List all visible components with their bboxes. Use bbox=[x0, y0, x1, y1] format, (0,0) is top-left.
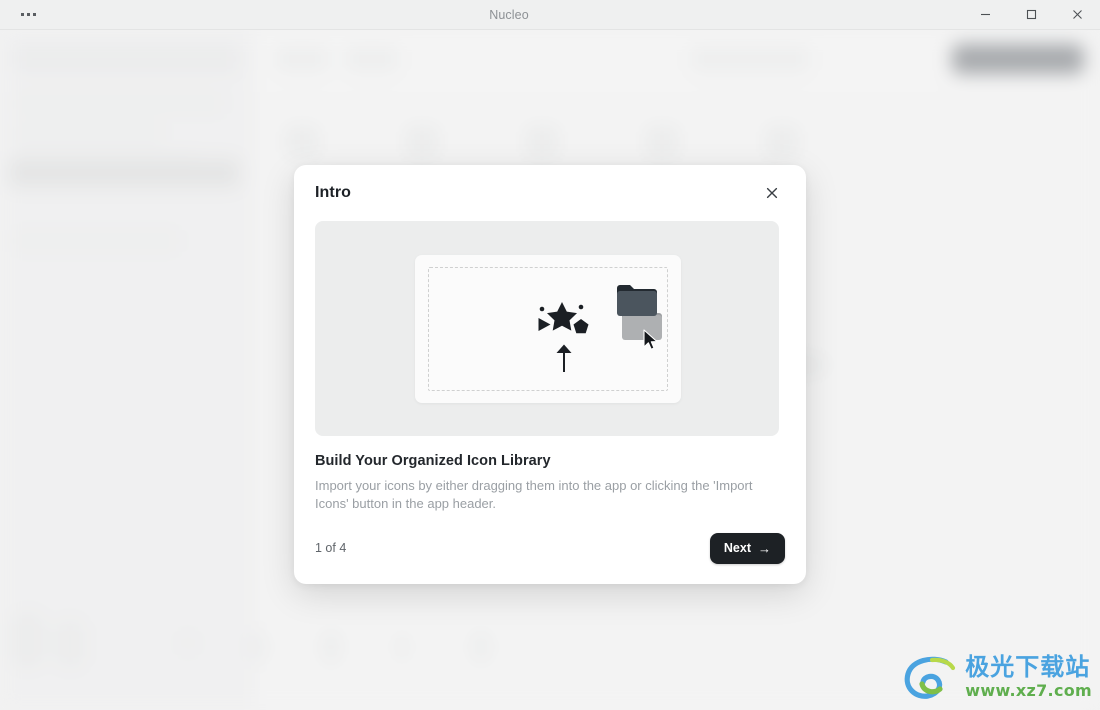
maximize-icon[interactable] bbox=[1008, 0, 1054, 30]
arrow-up-icon bbox=[555, 343, 573, 373]
watermark-site-name: 极光下载站 bbox=[965, 653, 1091, 681]
kebab-menu-icon[interactable] bbox=[0, 0, 56, 30]
window-controls bbox=[962, 0, 1100, 30]
pentagon-icon bbox=[573, 319, 589, 334]
minimize-icon[interactable] bbox=[962, 0, 1008, 30]
modal-title: Intro bbox=[315, 184, 352, 201]
window-title: Nucleo bbox=[489, 7, 529, 22]
intro-heading: Build Your Organized Icon Library bbox=[315, 453, 551, 469]
cursor-arrow-icon bbox=[643, 329, 659, 351]
next-button[interactable]: Next → bbox=[709, 532, 785, 564]
modal-header: Intro bbox=[315, 165, 785, 221]
intro-copy: Build Your Organized Icon Library Import… bbox=[315, 436, 785, 512]
illustration-card bbox=[415, 255, 681, 403]
folder-icon bbox=[617, 283, 657, 317]
page-indicator: 1 of 4 bbox=[315, 541, 347, 555]
app-window: Nucleo Intro Build Your Organized Icon L… bbox=[0, 0, 1100, 710]
watermark-text: 极光下载站 www.xz7.com bbox=[965, 655, 1092, 699]
swirl-logo-icon bbox=[904, 656, 956, 699]
dot-icon bbox=[578, 304, 584, 310]
intro-modal: Intro Build Your Organized Icon Library … bbox=[294, 165, 806, 584]
arrow-right-icon: → bbox=[758, 540, 771, 556]
dot-icon bbox=[539, 306, 545, 312]
next-button-label: Next bbox=[723, 541, 751, 555]
intro-body-text: Import your icons by either dragging the… bbox=[315, 478, 753, 511]
watermark: 极光下载站 www.xz7.com bbox=[902, 654, 1092, 700]
modal-footer: 1 of 4 Next → bbox=[315, 512, 785, 584]
close-icon[interactable] bbox=[1054, 0, 1100, 30]
watermark-url: www.xz7.com bbox=[965, 681, 1092, 700]
triangle-icon bbox=[538, 318, 551, 331]
star-icon bbox=[547, 302, 577, 331]
window-titlebar: Nucleo bbox=[0, 0, 1100, 30]
intro-illustration bbox=[315, 221, 779, 436]
icon-shapes-group bbox=[533, 299, 593, 345]
close-icon[interactable] bbox=[759, 180, 785, 206]
